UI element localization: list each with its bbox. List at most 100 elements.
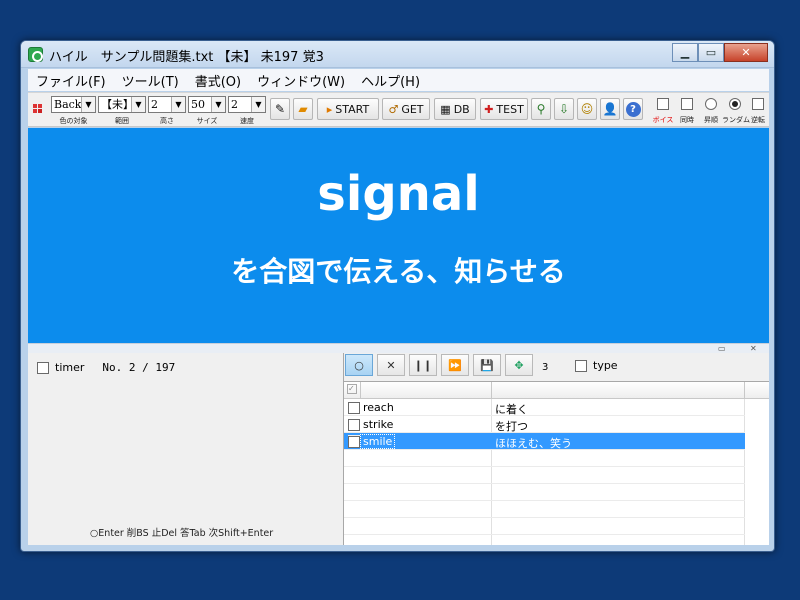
menu-format[interactable]: 書式(O) (187, 71, 249, 90)
size-select[interactable]: 50 ▼ (188, 96, 226, 113)
progress-text: No. 2 / 197 (102, 361, 176, 374)
height-caption: 高さ (160, 117, 174, 125)
type-checkbox[interactable] (575, 359, 587, 372)
help-button[interactable]: ? (623, 98, 643, 120)
empty-row (344, 467, 745, 484)
chevron-down-icon: ▼ (211, 97, 225, 112)
get-label: GET (401, 102, 424, 116)
start-icon: ▸ (326, 102, 333, 116)
voice-caption: ボイス (652, 116, 674, 124)
header-meaning-column[interactable] (492, 382, 745, 399)
chevron-down-icon: ▼ (251, 97, 265, 112)
table-row-selected[interactable]: smile ほほえむ、笑う (344, 433, 745, 450)
range-value: 【未】 (101, 98, 134, 111)
empty-row (344, 450, 745, 467)
empty-row (344, 484, 745, 501)
timer-checkbox[interactable] (37, 361, 49, 374)
table-icon: ▦ (440, 102, 451, 116)
simultaneous-checkbox[interactable] (681, 98, 693, 110)
close-pane-icon[interactable]: ✕ (750, 344, 757, 353)
save-button[interactable]: 💾 (473, 354, 501, 376)
fast-forward-icon: ⏩ (448, 358, 462, 372)
reverse-option[interactable]: 逆転 (747, 98, 769, 125)
chevron-down-icon: ▼ (171, 97, 185, 112)
minimize-button[interactable]: ▁ (672, 43, 698, 62)
face-button[interactable]: ☺ (577, 98, 597, 120)
search-button[interactable]: ⚲ (531, 98, 551, 120)
range-select[interactable]: 【未】 ▼ (98, 96, 146, 113)
check-header-icon: ✓ (347, 384, 357, 394)
menu-help[interactable]: ヘルプ(H) (353, 71, 428, 90)
simultaneous-option[interactable]: 同時 (676, 98, 698, 125)
test-button[interactable]: ✚ TEST (480, 98, 528, 120)
minimize-icon: ▁ (680, 46, 690, 59)
voice-checkbox[interactable] (657, 98, 669, 110)
speed-select[interactable]: 2 ▼ (228, 96, 266, 113)
maximize-button[interactable]: ▭ (698, 43, 724, 62)
voice-option[interactable]: ボイス (652, 98, 674, 125)
color-target-control: Back ▼ 色の対象 (51, 96, 96, 126)
height-value: 2 (151, 98, 158, 111)
start-label: START (335, 102, 370, 116)
circle-icon: ○ (354, 358, 364, 372)
toolbar: Back ▼ 色の対象 【未】 ▼ 範囲 2 ▼ 高さ 50 ▼ サイズ 2 ▼ 速度 ✎… (28, 92, 769, 127)
header-check-column[interactable]: ✓ (344, 382, 361, 399)
menu-file[interactable]: ファイル(F) (28, 71, 114, 90)
row-checkbox[interactable] (348, 436, 360, 448)
flashcard[interactable]: signal を合図で伝える、知らせる (28, 128, 769, 343)
start-button[interactable]: ▸ START (317, 98, 379, 120)
pane-splitter[interactable]: ▭ ✕ (28, 343, 769, 353)
pause-icon: ❙❙ (413, 358, 433, 372)
random-radio[interactable] (729, 98, 741, 110)
color-grid-icon[interactable] (33, 103, 43, 113)
maximize-icon: ▭ (705, 46, 717, 59)
row-checkbox[interactable] (348, 419, 360, 431)
chevron-down-icon: ▼ (81, 97, 95, 112)
table-row[interactable]: reach に着く (344, 399, 745, 416)
status-pane: timer No. 2 / 197 ○Enter 削BS 止Del 答Tab 次… (28, 353, 344, 545)
ascending-option[interactable]: 昇順 (700, 98, 722, 125)
import-icon: ⇩ (558, 102, 570, 116)
app-window: ハイル サンプル問題集.txt 【未】 未197 覚3 ▁ ▭ ✕ ファイル(F… (20, 40, 775, 552)
db-button[interactable]: ▦ DB (434, 98, 476, 120)
chevron-down-icon: ▼ (131, 97, 145, 112)
size-caption: サイズ (196, 117, 218, 125)
row-checkbox[interactable] (348, 402, 360, 414)
speed-value: 2 (231, 98, 238, 111)
mark-correct-button[interactable]: ○ (345, 354, 373, 376)
menu-bar: ファイル(F) ツール(T) 書式(O) ウィンドウ(W) ヘルプ(H) (28, 69, 769, 91)
empty-row (344, 518, 745, 535)
list-toolbar: ○ ✕ ❙❙ ⏩ 💾 ✥ 3 type (344, 353, 769, 379)
ascending-radio[interactable] (705, 98, 717, 110)
window-controls: ▁ ▭ ✕ (672, 43, 768, 62)
user-button[interactable]: 👤 (600, 98, 620, 120)
fast-forward-button[interactable]: ⏩ (441, 354, 469, 376)
open-folder-button[interactable]: ▰ (293, 98, 313, 120)
import-button[interactable]: ⇩ (554, 98, 574, 120)
row-meaning: ほほえむ、笑う (495, 437, 572, 450)
reverse-checkbox[interactable] (752, 98, 764, 110)
get-button[interactable]: ♂ GET (382, 98, 430, 120)
color-target-select[interactable]: Back ▼ (51, 96, 96, 113)
mark-wrong-button[interactable]: ✕ (377, 354, 405, 376)
timer-row: timer No. 2 / 197 (37, 361, 175, 374)
random-option[interactable]: ランダム (722, 98, 750, 125)
close-button[interactable]: ✕ (724, 43, 768, 62)
row-word: strike (363, 418, 394, 431)
move-button[interactable]: ✥ (505, 354, 533, 376)
menu-window[interactable]: ウィンドウ(W) (249, 71, 353, 90)
row-meaning: に着く (495, 403, 528, 416)
restore-pane-icon[interactable]: ▭ (718, 344, 726, 353)
test-label: TEST (496, 102, 524, 116)
pause-button[interactable]: ❙❙ (409, 354, 437, 376)
header-word-column[interactable] (361, 382, 492, 399)
color-target-value: Back (54, 98, 82, 111)
timer-label: timer (55, 361, 85, 374)
list-count: 3 (542, 362, 549, 373)
pen-button[interactable]: ✎ (270, 98, 290, 120)
table-row[interactable]: strike を打つ (344, 416, 745, 433)
speed-caption: 速度 (240, 117, 254, 125)
menu-tools[interactable]: ツール(T) (114, 71, 187, 90)
height-select[interactable]: 2 ▼ (148, 96, 186, 113)
title-bar[interactable]: ハイル サンプル問題集.txt 【未】 未197 覚3 ▁ ▭ ✕ (21, 41, 774, 68)
